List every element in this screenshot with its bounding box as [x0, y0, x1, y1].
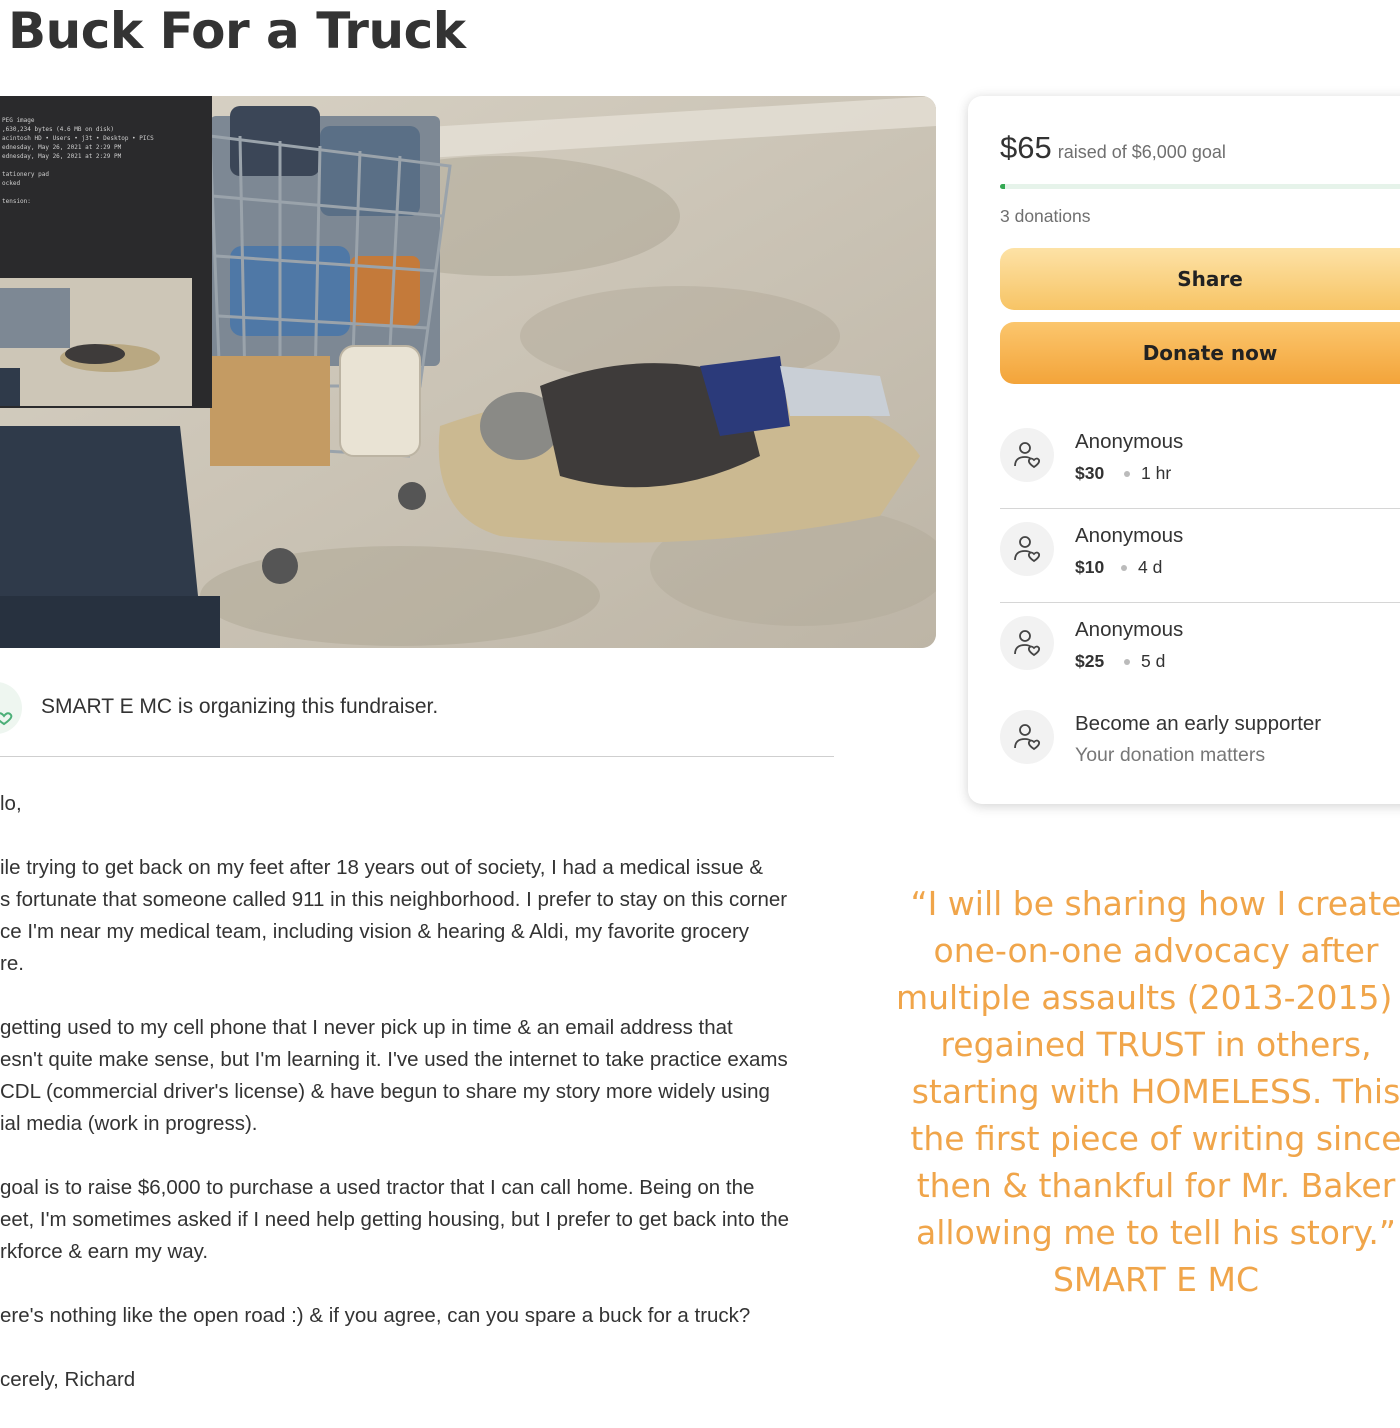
story-line: esn't quite make sense, but I'm learning… [0, 1048, 788, 1071]
file-info-overlay: PEG image ,630,234 bytes (4.6 MB on disk… [0, 96, 212, 408]
donation-time: 4 d [1138, 557, 1163, 577]
donation-time: 5 d [1141, 651, 1166, 671]
donation-item: Anonymous $30 1 hr [1000, 414, 1400, 509]
donor-name: Anonymous [1075, 430, 1184, 453]
donor-name: Anonymous [1075, 524, 1184, 547]
early-supporter-title: Become an early supporter [1075, 712, 1322, 735]
donate-now-button[interactable]: Donate now [1000, 322, 1400, 384]
story-paragraph: ile trying to get back on my feet after … [0, 852, 830, 980]
story-paragraph: getting used to my cell phone that I nev… [0, 1012, 830, 1140]
story-line: ere's nothing like the open road :) & if… [0, 1304, 751, 1327]
goal-text: raised of $6,000 goal [1057, 142, 1226, 162]
quote-line: starting with HOMELESS. This [911, 1072, 1400, 1111]
quote-block: “I will be sharing how I create one-on-on… [896, 880, 1400, 1303]
story-line: ile trying to get back on my feet after … [0, 856, 764, 879]
person-heart-icon [1000, 616, 1054, 670]
donation-item: Anonymous $10 4 d [1000, 508, 1400, 603]
story-line: ial media (work in progress). [0, 1112, 258, 1135]
story-line: lo, [0, 792, 22, 815]
story-line: ce I'm near my medical team, including v… [0, 920, 750, 943]
donation-amount: $10 [1075, 557, 1105, 577]
story-line: cerely, Richard [0, 1368, 136, 1391]
donation-amount: $25 [1075, 651, 1105, 671]
quote-line: multiple assaults (2013-2015) & [896, 978, 1400, 1017]
story-paragraph: lo, [0, 788, 830, 820]
story-line: s fortunate that someone called 911 in t… [0, 888, 788, 911]
person-heart-icon [1000, 428, 1054, 482]
share-button-label: Share [1177, 267, 1243, 291]
quote-line: the first piece of writing since [910, 1119, 1400, 1158]
donation-time: 1 hr [1141, 463, 1172, 483]
progress-bar [1000, 184, 1400, 189]
story-line: getting used to my cell phone that I nev… [0, 1016, 733, 1039]
donation-card: $65 raised of $6,000 goal 3 donations Sha… [968, 96, 1400, 804]
page-title: Buck For a Truck [8, 2, 466, 60]
fundraiser-photo: PEG image ,630,234 bytes (4.6 MB on disk… [0, 96, 936, 648]
story-paragraph: ere's nothing like the open road :) & if… [0, 1300, 830, 1332]
donor-name: Anonymous [1075, 618, 1184, 641]
separator-dot [1124, 471, 1130, 477]
quote-line: allowing me to tell his story.” [916, 1213, 1396, 1252]
donate-button-label: Donate now [1142, 341, 1278, 365]
early-supporter-subtitle: Your donation matters [1075, 744, 1266, 766]
share-button[interactable]: Share [1000, 248, 1400, 310]
donation-count: 3 donations [1000, 206, 1091, 226]
photo-thumbnail [0, 278, 192, 406]
person-heart-icon [0, 712, 13, 726]
quote-line: then & thankful for Mr. Baker [916, 1166, 1396, 1205]
story-paragraph: goal is to raise $6,000 to purchase a us… [0, 1172, 830, 1268]
person-heart-icon [1000, 522, 1054, 576]
raised-summary: $65 raised of $6,000 goal [1000, 130, 1226, 166]
story-line: CDL (commercial driver's license) & have… [0, 1080, 770, 1103]
donation-amount: $30 [1075, 463, 1105, 483]
quote-line: SMART E MC [1052, 1260, 1260, 1299]
story-line: eet, I'm sometimes asked if I need help … [0, 1208, 790, 1231]
progress-fill [1000, 184, 1005, 189]
organizer-row: SMART E MC is organizing this fundraiser… [0, 680, 834, 757]
early-supporter-item[interactable]: Become an early supporter Your donation … [1000, 696, 1400, 790]
story-paragraph: cerely, Richard [0, 1364, 830, 1396]
quote-line: one-on-one advocacy after [933, 931, 1379, 970]
story-line: rkforce & earn my way. [0, 1240, 209, 1263]
separator-dot [1124, 659, 1130, 665]
file-info-text: PEG image ,630,234 bytes (4.6 MB on disk… [2, 117, 154, 205]
quote-line: “I will be sharing how I create [910, 884, 1400, 923]
separator-dot [1121, 565, 1127, 571]
raised-amount: $65 [1000, 130, 1052, 165]
story-line: goal is to raise $6,000 to purchase a us… [0, 1176, 755, 1199]
person-heart-icon [1000, 710, 1054, 764]
quote-line: regained TRUST in others, [940, 1025, 1372, 1064]
story-line: re. [0, 952, 24, 975]
donation-item: Anonymous $25 5 d [1000, 602, 1400, 696]
organizer-text: SMART E MC is organizing this fundraiser… [41, 695, 439, 718]
story-text: lo, ile trying to get back on my feet aft… [0, 788, 830, 1428]
organizer-avatar [0, 682, 22, 734]
